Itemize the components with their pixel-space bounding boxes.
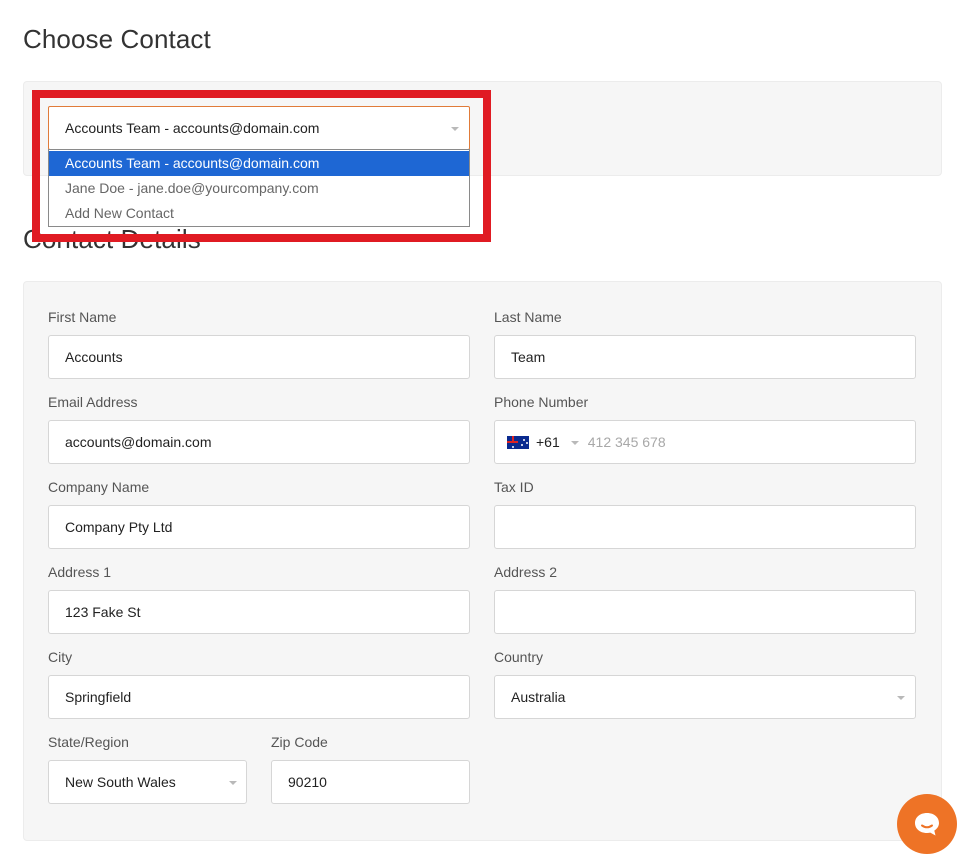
address2-label: Address 2 bbox=[494, 564, 558, 580]
country-value: Australia bbox=[511, 689, 566, 705]
tax-id-label: Tax ID bbox=[494, 479, 534, 495]
company-value: Company Pty Ltd bbox=[65, 519, 173, 535]
address1-label: Address 1 bbox=[48, 564, 112, 580]
email-label: Email Address bbox=[48, 394, 138, 410]
email-value: accounts@domain.com bbox=[65, 434, 212, 450]
australia-flag-icon bbox=[507, 435, 529, 449]
state-select[interactable]: New South Wales bbox=[48, 760, 247, 804]
highlight-box bbox=[32, 90, 491, 242]
email-input[interactable]: accounts@domain.com bbox=[48, 420, 470, 464]
first-name-value: Accounts bbox=[65, 349, 123, 365]
choose-contact-heading: Choose Contact bbox=[23, 24, 211, 54]
last-name-label: Last Name bbox=[494, 309, 562, 325]
zip-label: Zip Code bbox=[271, 734, 328, 750]
company-input[interactable]: Company Pty Ltd bbox=[48, 505, 470, 549]
first-name-input[interactable]: Accounts bbox=[48, 335, 470, 379]
zip-input[interactable]: 90210 bbox=[271, 760, 470, 804]
phone-input[interactable]: +61 412 345 678 bbox=[494, 420, 916, 464]
phone-country-code[interactable]: +61 bbox=[536, 434, 560, 450]
last-name-input[interactable]: Team bbox=[494, 335, 916, 379]
last-name-value: Team bbox=[511, 349, 546, 365]
company-label: Company Name bbox=[48, 479, 150, 495]
phone-placeholder: 412 345 678 bbox=[587, 434, 666, 450]
country-code-chevron-icon[interactable] bbox=[571, 441, 579, 445]
chat-bubble-icon bbox=[915, 813, 939, 836]
chevron-down-icon bbox=[229, 781, 237, 785]
state-value: New South Wales bbox=[65, 774, 176, 790]
first-name-label: First Name bbox=[48, 309, 117, 325]
tax-id-input[interactable] bbox=[494, 505, 916, 549]
zip-value: 90210 bbox=[288, 774, 327, 790]
city-value: Springfield bbox=[65, 689, 132, 705]
chevron-down-icon bbox=[897, 696, 905, 700]
address1-value: 123 Fake St bbox=[65, 604, 141, 620]
country-select[interactable]: Australia bbox=[494, 675, 916, 719]
city-input[interactable]: Springfield bbox=[48, 675, 470, 719]
address1-input[interactable]: 123 Fake St bbox=[48, 590, 470, 634]
state-label: State/Region bbox=[48, 734, 129, 750]
address2-input[interactable] bbox=[494, 590, 916, 634]
phone-label: Phone Number bbox=[494, 394, 589, 410]
city-label: City bbox=[48, 649, 73, 665]
country-label: Country bbox=[494, 649, 544, 665]
chat-button[interactable] bbox=[897, 794, 957, 854]
